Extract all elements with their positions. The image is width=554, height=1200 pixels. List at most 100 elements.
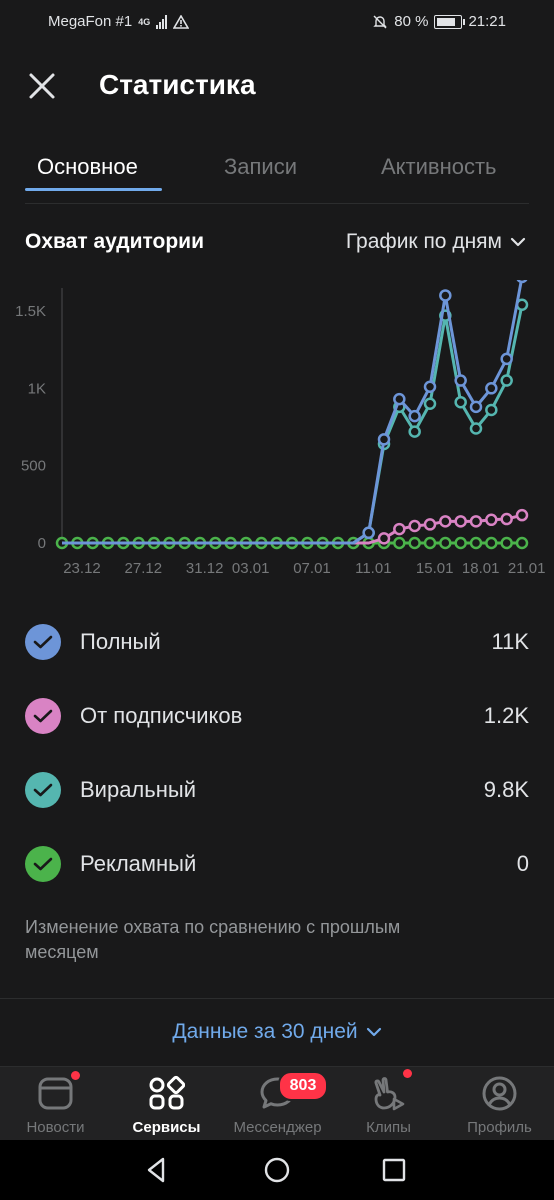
clips-icon [374, 1077, 405, 1111]
x-tick-label: 21.01 [508, 560, 546, 577]
data-point [393, 522, 406, 536]
data-range-selector[interactable]: Данные за 30 дней [0, 1020, 554, 1044]
legend-label: От подписчиков [80, 703, 243, 728]
nav-label: Профиль [467, 1119, 532, 1136]
data-point [439, 289, 452, 302]
news-icon [38, 1077, 73, 1110]
data-point [408, 425, 421, 438]
status-right: 80 % 21:21 [372, 13, 506, 30]
data-point [500, 352, 513, 366]
section-title: Охват аудитории [25, 230, 205, 253]
data-point [408, 536, 421, 550]
data-point [469, 422, 483, 435]
warning-icon [173, 14, 190, 29]
signal-icon [156, 14, 168, 29]
data-point [377, 433, 391, 446]
tab-indicator [25, 188, 162, 191]
y-tick-label: 1.5K [15, 303, 46, 320]
period-selector[interactable]: График по дням [346, 230, 526, 254]
data-point [485, 382, 498, 395]
check-icon[interactable] [25, 846, 61, 882]
data-point [454, 395, 467, 409]
x-tick-label: 07.01 [293, 560, 331, 577]
data-range-label: Данные за 30 дней [172, 1020, 358, 1043]
nav-profile[interactable]: Профиль [444, 1067, 554, 1141]
recents-icon[interactable] [378, 1154, 410, 1186]
legend-label: Рекламный [80, 851, 197, 876]
data-point [500, 536, 513, 550]
header: Статистика [0, 60, 554, 112]
nav-label: Новости [26, 1119, 85, 1136]
data-point [393, 536, 406, 550]
data-point [377, 532, 391, 545]
tabs-divider [25, 203, 529, 204]
bell-muted-icon [373, 15, 387, 28]
data-point [423, 536, 437, 550]
legend-value: 0 [516, 851, 529, 876]
data-point [439, 515, 452, 528]
legend-row-ads[interactable]: Рекламный 0 [25, 827, 529, 901]
legend-row-subscribers[interactable]: От подписчиков 1.2K [25, 679, 529, 753]
legend-value: 1.2K [483, 703, 529, 728]
home-icon[interactable] [261, 1154, 293, 1186]
battery-percent: 80 % [394, 13, 429, 30]
y-tick-label: 1K [28, 380, 46, 397]
tab-activity[interactable]: Активность [381, 154, 497, 180]
nav-news[interactable]: Новости [0, 1067, 111, 1141]
chevron-down-icon [510, 237, 526, 247]
data-point [423, 380, 437, 393]
check-icon[interactable] [25, 772, 61, 808]
system-nav-bar [0, 1140, 554, 1200]
nav-label: Мессенджер [233, 1119, 322, 1136]
data-point [454, 536, 467, 550]
legend-row-total[interactable]: Полный 11K [25, 605, 529, 679]
back-icon[interactable] [141, 1154, 173, 1186]
reach-chart: 0 500 1K 1.5K 23.12 27.12 31.12 03.01 07.01 11.01… [15, 280, 546, 577]
notification-dot [71, 1071, 80, 1080]
data-point [454, 515, 467, 528]
nav-label: Клипы [366, 1119, 411, 1136]
data-point [500, 374, 513, 387]
x-tick-label: 11.01 [355, 560, 391, 577]
close-button[interactable] [22, 66, 62, 106]
tab-posts[interactable]: Записи [224, 154, 297, 180]
data-point [469, 536, 483, 550]
services-icon [149, 1075, 185, 1110]
data-point [469, 400, 483, 414]
tab-main[interactable]: Основное [37, 154, 138, 180]
x-tick-label: 18.01 [462, 560, 500, 577]
data-point [485, 536, 498, 550]
nav-services[interactable]: Сервисы [111, 1067, 222, 1141]
legend-value: 11K [491, 629, 529, 654]
network-type: 4G [138, 16, 151, 27]
data-point [485, 403, 498, 417]
data-point [408, 409, 421, 423]
tabs: Основное Записи Активность [0, 140, 554, 204]
x-tick-label: 23.12 [63, 560, 101, 577]
profile-icon [482, 1076, 517, 1111]
close-icon [29, 73, 55, 99]
data-point [469, 515, 483, 528]
data-point [500, 512, 513, 526]
x-tick-label: 31.12 [186, 560, 224, 577]
period-selector-label: График по дням [345, 230, 502, 253]
series-line-0 [62, 280, 523, 545]
battery-icon [434, 14, 466, 29]
legend-label: Вирaльный [80, 777, 196, 802]
y-tick-label: 0 [38, 535, 46, 552]
nav-label: Сервисы [132, 1119, 201, 1136]
bottom-nav: Новости Сервисы 803 Мессенджер Клипы Про… [0, 1066, 554, 1141]
unread-badge: 803 [278, 1071, 328, 1101]
legend-value: 9.8K [483, 777, 529, 802]
nav-clips[interactable]: Клипы [333, 1067, 444, 1141]
x-tick-label: 03.01 [232, 560, 270, 577]
data-point [408, 519, 421, 533]
check-icon[interactable] [25, 698, 61, 734]
data-point [516, 280, 528, 284]
legend-row-viral[interactable]: Вирaльный 9.8K [25, 753, 529, 827]
data-point [439, 536, 452, 550]
check-icon[interactable] [25, 624, 61, 660]
notification-dot [403, 1069, 412, 1078]
nav-messenger[interactable]: 803 Мессенджер [222, 1067, 333, 1141]
data-point [423, 397, 437, 411]
